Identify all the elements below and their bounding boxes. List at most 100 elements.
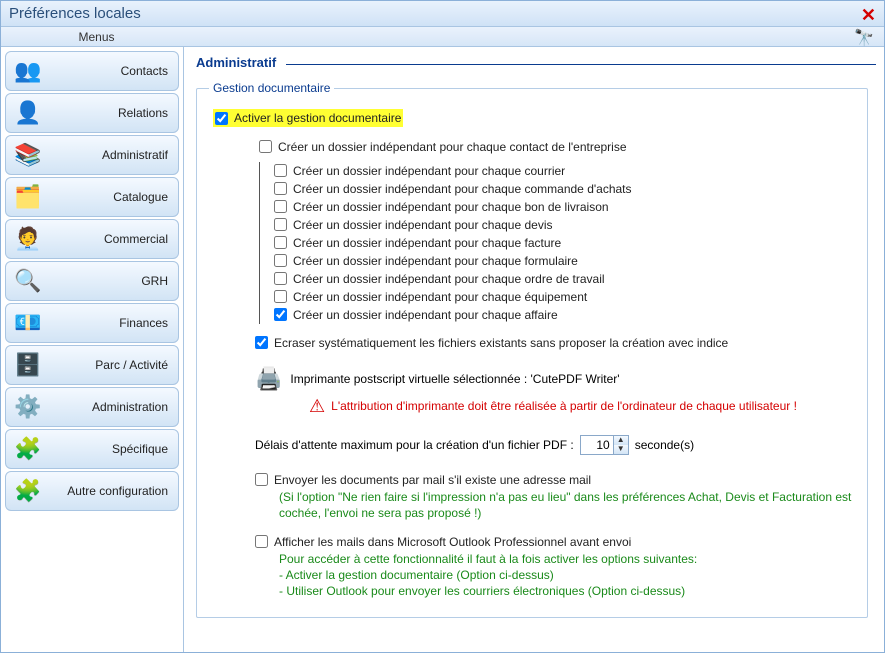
checkbox-label: Créer un dossier indépendant pour chaque… (293, 306, 558, 324)
checkbox-row-affaire: Créer un dossier indépendant pour chaque… (274, 306, 855, 324)
checkbox-outlook-preview[interactable] (255, 535, 268, 548)
checkbox-label: Créer un dossier indépendant pour chaque… (293, 180, 632, 198)
sidebar-item-label: GRH (50, 274, 172, 288)
checkbox-label: Créer un dossier indépendant pour chaque… (293, 162, 565, 180)
commercial-icon: 🧑‍💼 (12, 223, 44, 255)
printer-warning-row: ⚠ L'attribution d'imprimante doit être r… (309, 396, 855, 417)
checkbox-label: Créer un dossier indépendant pour chaque… (293, 288, 587, 306)
checkbox-label: Activer la gestion documentaire (234, 109, 401, 127)
sidebar-item-parc-activite[interactable]: 🗄️ Parc / Activité (5, 345, 179, 385)
delay-input[interactable] (581, 436, 613, 454)
checkbox-per-type[interactable] (274, 182, 287, 195)
checkbox-per-type[interactable] (274, 164, 287, 177)
delay-spinner[interactable]: ▲ ▼ (580, 435, 629, 455)
administratif-icon: 📚 (12, 139, 44, 171)
sidebar-item-autre-configuration[interactable]: 🧩 Autre configuration (5, 471, 179, 511)
administration-icon: ⚙️ (12, 391, 44, 423)
outlook-note: Pour accéder à cette fonctionnalité il f… (279, 551, 855, 599)
checkbox-row-equipement: Créer un dossier indépendant pour chaque… (274, 288, 855, 306)
checkbox-per-type[interactable] (274, 236, 287, 249)
outlook-note-title: Pour accéder à cette fonctionnalité il f… (279, 551, 855, 567)
checkbox-row-courrier: Créer un dossier indépendant pour chaque… (274, 162, 855, 180)
group-legend: Gestion documentaire (209, 81, 334, 95)
content-scroll[interactable]: Gestion documentaire Activer la gestion … (196, 81, 876, 644)
checkbox-per-type[interactable] (274, 272, 287, 285)
sidebar-item-catalogue[interactable]: 🗂️ Catalogue (5, 177, 179, 217)
specifique-icon: 🧩 (12, 433, 44, 465)
title-underline (286, 64, 876, 65)
catalogue-icon: 🗂️ (12, 181, 44, 213)
checkbox-row-commande-achats: Créer un dossier indépendant pour chaque… (274, 180, 855, 198)
menus-button[interactable]: Menus (9, 30, 184, 44)
sidebar-item-contacts[interactable]: 👥 Contacts (5, 51, 179, 91)
sidebar-item-label: Commercial (50, 232, 172, 246)
menu-bar: Menus 🔭 (1, 27, 884, 47)
checkbox-per-type[interactable] (274, 254, 287, 267)
checkbox-send-mail[interactable] (255, 473, 268, 486)
sidebar-item-label: Catalogue (50, 190, 172, 204)
checkbox-label: Créer un dossier indépendant pour chaque… (293, 198, 609, 216)
checkbox-per-type[interactable] (274, 308, 287, 321)
delay-label-before: Délais d'attente maximum pour la créatio… (255, 438, 574, 452)
checkbox-row-devis: Créer un dossier indépendant pour chaque… (274, 216, 855, 234)
sidebar-item-commercial[interactable]: 🧑‍💼 Commercial (5, 219, 179, 259)
warning-icon: ⚠ (309, 396, 325, 417)
checkbox-label: Envoyer les documents par mail s'il exis… (274, 471, 591, 489)
sidebar-item-specifique[interactable]: 🧩 Spécifique (5, 429, 179, 469)
page-title: Administratif (196, 55, 276, 70)
checkbox-label: Créer un dossier indépendant pour chaque… (293, 252, 578, 270)
sidebar-item-label: Contacts (50, 64, 172, 78)
checkbox-label: Créer un dossier indépendant pour chaque… (278, 138, 627, 156)
sidebar-item-grh[interactable]: 🔍 GRH (5, 261, 179, 301)
checkbox-row-send-mail: Envoyer les documents par mail s'il exis… (255, 471, 855, 489)
search-icon[interactable]: 🔭 (854, 28, 874, 48)
checkbox-row-outlook-preview: Afficher les mails dans Microsoft Outloo… (255, 533, 855, 551)
printer-icon: 🖨️ (255, 366, 282, 392)
sidebar-item-administratif[interactable]: 📚 Administratif (5, 135, 179, 175)
contacts-icon: 👥 (12, 55, 44, 87)
spinner-down-icon[interactable]: ▼ (614, 445, 628, 454)
checkbox-row-formulaire: Créer un dossier indépendant pour chaque… (274, 252, 855, 270)
checkbox-row-ordre-travail: Créer un dossier indépendant pour chaque… (274, 270, 855, 288)
sidebar-item-label: Administration (50, 400, 172, 414)
delay-label-after: seconde(s) (635, 438, 694, 452)
group-gestion-documentaire: Gestion documentaire Activer la gestion … (196, 81, 868, 618)
window-title: Préférences locales (9, 5, 141, 22)
checkbox-label: Créer un dossier indépendant pour chaque… (293, 234, 561, 252)
checkbox-label: Afficher les mails dans Microsoft Outloo… (274, 533, 631, 551)
sidebar-item-finances[interactable]: 💶 Finances (5, 303, 179, 343)
main-panel: Administratif Gestion documentaire Activ… (184, 47, 884, 652)
parc-icon: 🗄️ (12, 349, 44, 381)
checkbox-per-type[interactable] (274, 200, 287, 213)
sidebar-item-label: Finances (50, 316, 172, 330)
checkbox-activate-gestion[interactable] (215, 112, 228, 125)
sidebar-item-label: Autre configuration (50, 484, 172, 498)
sidebar-item-administration[interactable]: ⚙️ Administration (5, 387, 179, 427)
autre-config-icon: 🧩 (12, 475, 44, 507)
sidebar-item-relations[interactable]: 👤 Relations (5, 93, 179, 133)
sidebar-item-label: Administratif (50, 148, 172, 162)
checkbox-overwrite[interactable] (255, 336, 268, 349)
checkbox-label: Créer un dossier indépendant pour chaque… (293, 270, 605, 288)
checkbox-contact-folder[interactable] (259, 140, 272, 153)
printer-row: 🖨️ Imprimante postscript virtuelle sélec… (255, 366, 855, 392)
relations-icon: 👤 (12, 97, 44, 129)
mail-note: (Si l'option "Ne rien faire si l'impress… (279, 489, 855, 521)
checkbox-per-type[interactable] (274, 218, 287, 231)
checkbox-row-activate: Activer la gestion documentaire (213, 109, 403, 127)
checkbox-label: Créer un dossier indépendant pour chaque… (293, 216, 553, 234)
sidebar-item-label: Parc / Activité (50, 358, 172, 372)
printer-label: Imprimante postscript virtuelle sélectio… (290, 372, 619, 386)
sidebar-item-label: Relations (50, 106, 172, 120)
sidebar: 👥 Contacts 👤 Relations 📚 Administratif 🗂… (1, 47, 184, 652)
per-type-block: Créer un dossier indépendant pour chaque… (259, 162, 855, 324)
checkbox-row-overwrite: Ecraser systématiquement les fichiers ex… (255, 334, 855, 352)
checkbox-label: Ecraser systématiquement les fichiers ex… (274, 334, 728, 352)
close-icon[interactable]: ✕ (861, 5, 876, 26)
checkbox-per-type[interactable] (274, 290, 287, 303)
outlook-note-line1: - Activer la gestion documentaire (Optio… (279, 567, 855, 583)
checkbox-row-contact-folder: Créer un dossier indépendant pour chaque… (259, 138, 855, 156)
sidebar-item-label: Spécifique (50, 442, 172, 456)
finances-icon: 💶 (12, 307, 44, 339)
outlook-note-line2: - Utiliser Outlook pour envoyer les cour… (279, 583, 855, 599)
